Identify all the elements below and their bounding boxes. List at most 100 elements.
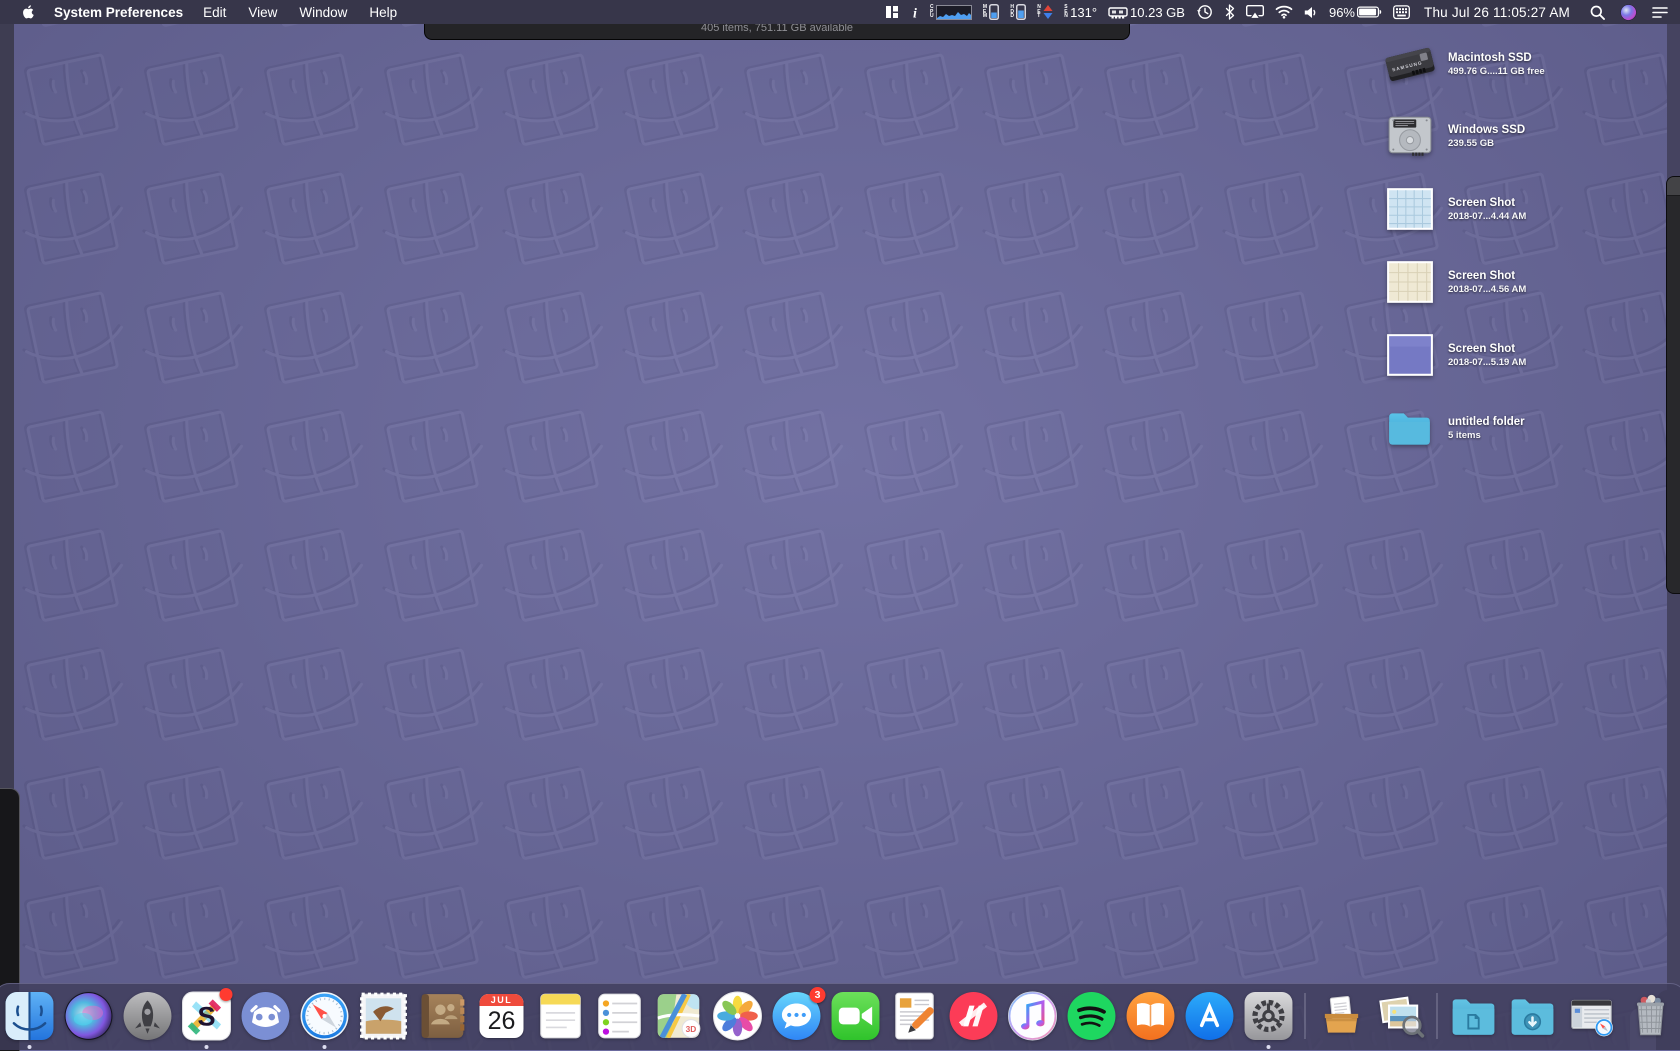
menu-bar-left: System Preferences Edit View Window Help: [0, 4, 397, 20]
sensor-meter[interactable]: SEN 131°: [1064, 5, 1097, 20]
dock-item-preview[interactable]: [1376, 991, 1426, 1041]
dock-item-slack[interactable]: S: [182, 988, 233, 1049]
svg-text:i: i: [913, 6, 917, 20]
desktop-item-labels: Screen Shot 2018-07...4.56 AM: [1448, 270, 1526, 295]
ssd-icon[interactable]: SAMSUNG: [1384, 38, 1436, 90]
notification-badge: 3: [809, 987, 826, 1003]
siri-menu-icon[interactable]: [1620, 4, 1637, 21]
desktop-item-screenshot-1[interactable]: Screen Shot 2018-07...4.44 AM: [1384, 183, 1680, 235]
dock-item-ibooks[interactable]: [1126, 991, 1176, 1041]
dock-item-maps[interactable]: 3D: [654, 991, 704, 1041]
dock-item-appstore[interactable]: [1185, 991, 1235, 1041]
menu-window[interactable]: Window: [299, 5, 347, 20]
launchpad-icon: [123, 991, 173, 1041]
hdd-icon[interactable]: [1384, 110, 1436, 162]
airplay-display-icon[interactable]: [1245, 4, 1264, 20]
dock-item-spotify[interactable]: [1067, 991, 1117, 1041]
offscreen-window-right[interactable]: [1666, 176, 1680, 594]
network-arrows-icon: [1043, 5, 1053, 19]
apple-icon: [23, 5, 34, 19]
apple-menu[interactable]: [21, 4, 34, 20]
istat-bars-icon[interactable]: [885, 5, 900, 19]
folder-icon[interactable]: [1384, 402, 1436, 454]
svg-text:S: S: [197, 1000, 215, 1031]
shot_purple-icon[interactable]: [1384, 329, 1436, 381]
downloads-icon: [1508, 991, 1558, 1041]
running-indicator: [1266, 1045, 1271, 1049]
dock-item-contacts[interactable]: [418, 991, 468, 1041]
unarchiver-icon: [1317, 991, 1367, 1041]
sensor-temp: 131°: [1070, 4, 1098, 20]
dock-item-itunes[interactable]: [1008, 991, 1058, 1041]
dock-item-downloads[interactable]: [1508, 991, 1558, 1041]
mail-icon: [359, 991, 409, 1041]
dock-item-unarchiver[interactable]: [1317, 991, 1367, 1041]
running-indicator: [322, 1045, 327, 1049]
dock-item-system-preferences[interactable]: [1244, 991, 1294, 1049]
notification-center-icon[interactable]: [1652, 6, 1668, 19]
cpu-meter[interactable]: CPU: [930, 4, 972, 20]
spotify-icon: [1067, 991, 1117, 1041]
dock-separator: [1436, 993, 1438, 1039]
bluetooth-icon[interactable]: [1224, 4, 1235, 20]
desktop-item-windows-ssd[interactable]: Windows SSD 239.55 GB: [1384, 110, 1680, 162]
dock-item-facetime[interactable]: [831, 991, 881, 1041]
dock-item-mail[interactable]: [359, 991, 409, 1041]
spotlight-search-icon[interactable]: [1590, 5, 1605, 20]
dock-item-calendar[interactable]: JUL 26: [477, 991, 527, 1041]
desktop-item-labels: Screen Shot 2018-07...5.19 AM: [1448, 343, 1526, 368]
battery-icon: [1357, 6, 1382, 18]
dock-item-pages[interactable]: [890, 991, 940, 1041]
battery-status[interactable]: 96%: [1329, 5, 1382, 20]
network-meter[interactable]: NET: [1037, 4, 1053, 20]
dock-item-messages[interactable]: 3: [772, 987, 826, 1041]
desktop-item-labels: Macintosh SSD 499.76 G....11 GB free: [1448, 52, 1545, 77]
dock-item-safari[interactable]: [300, 991, 350, 1049]
memory-usage[interactable]: 10.23 GB: [1108, 5, 1185, 20]
istat-info-icon[interactable]: i: [911, 5, 919, 20]
wifi-icon[interactable]: [1275, 5, 1293, 19]
shot_blue-icon[interactable]: [1384, 183, 1436, 235]
menu-view[interactable]: View: [248, 5, 277, 20]
shot_cream-icon[interactable]: [1384, 256, 1436, 308]
desktop-item-labels: Screen Shot 2018-07...4.44 AM: [1448, 197, 1526, 222]
desktop-item-screenshot-2[interactable]: Screen Shot 2018-07...4.56 AM: [1384, 256, 1680, 308]
desktop-item-screenshot-3[interactable]: Screen Shot 2018-07...5.19 AM: [1384, 329, 1680, 381]
dock-item-siri[interactable]: [64, 991, 114, 1041]
menu-bar-clock[interactable]: Thu Jul 26 11:05:27 AM: [1421, 5, 1573, 20]
dock-item-news[interactable]: [949, 991, 999, 1041]
dock-item-launchpad[interactable]: [123, 991, 173, 1041]
dock-item-documents[interactable]: [1449, 991, 1499, 1041]
memory-meter[interactable]: MEM: [983, 4, 1000, 20]
finder-window-edge[interactable]: 405 items, 751.11 GB available: [424, 24, 1130, 40]
minimized-window-icon: [1567, 991, 1617, 1041]
keyboard-input-icon[interactable]: [1393, 4, 1410, 20]
memory-value: 10.23 GB: [1130, 4, 1185, 20]
active-app-menu[interactable]: System Preferences: [54, 5, 183, 20]
desktop-item-info: 239.55 GB: [1448, 137, 1494, 149]
desktop-item-macintosh-ssd[interactable]: SAMSUNG Macintosh SSD 499.76 G....11 GB fr…: [1384, 38, 1680, 90]
disk-meter[interactable]: HDD: [1010, 4, 1027, 20]
menu-edit[interactable]: Edit: [203, 5, 226, 20]
dock-item-reminders[interactable]: [595, 991, 645, 1041]
ibooks-icon: [1126, 991, 1176, 1041]
volume-icon[interactable]: [1304, 6, 1318, 19]
news-icon: [949, 991, 999, 1041]
desktop-item-labels: Windows SSD 239.55 GB: [1448, 124, 1525, 149]
desktop-item-info: 499.76 G....11 GB free: [1448, 65, 1545, 77]
dock-item-discord[interactable]: [241, 991, 291, 1041]
dock-item-trash[interactable]: [1626, 991, 1676, 1041]
desktop-item-untitled-folder[interactable]: untitled folder 5 items: [1384, 402, 1680, 454]
trash-icon: [1626, 991, 1676, 1041]
menu-items: Edit View Window Help: [203, 5, 397, 20]
battery-percent: 96%: [1328, 4, 1355, 20]
dock-item-photos[interactable]: [713, 991, 763, 1041]
dock-item-finder[interactable]: [5, 991, 55, 1049]
dock-item-minimized-window[interactable]: [1567, 991, 1617, 1041]
desktop-item-labels: untitled folder 5 items: [1448, 416, 1525, 441]
menu-help[interactable]: Help: [369, 5, 397, 20]
finder-icon: [5, 991, 55, 1041]
dock-item-notes[interactable]: [536, 991, 586, 1041]
time-machine-icon[interactable]: [1196, 4, 1213, 20]
desktop-item-name: Windows SSD: [1448, 123, 1526, 136]
